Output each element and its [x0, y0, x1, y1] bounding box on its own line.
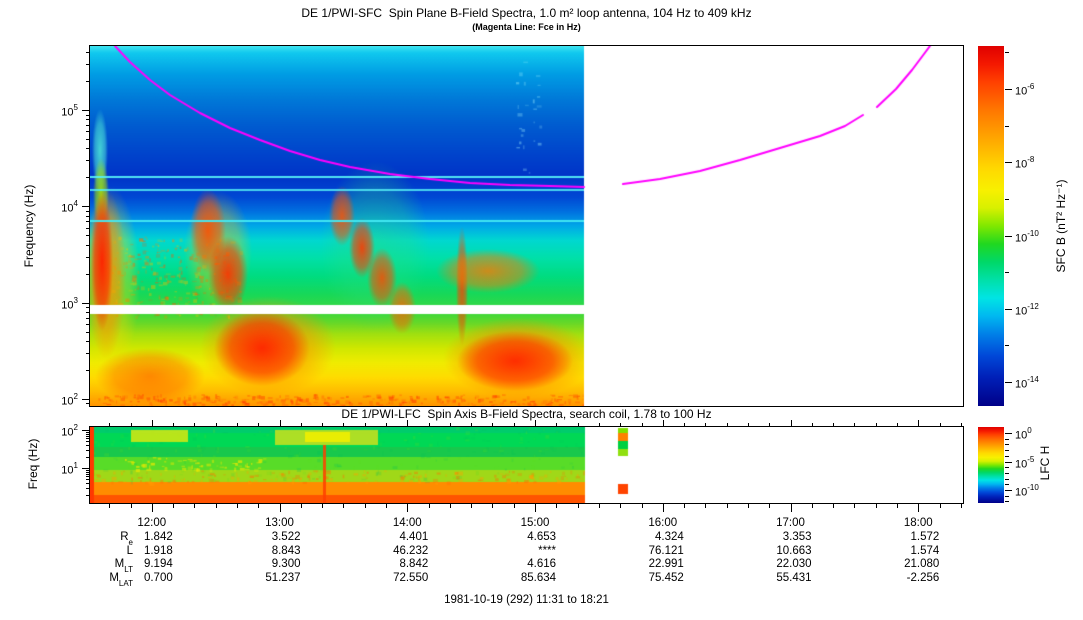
- ephemeris-value: 22.991: [604, 558, 684, 571]
- ephemeris-value: 46.232: [348, 545, 428, 558]
- ephemeris-value: 4.653: [476, 531, 556, 544]
- time-axis-label: 15:00: [505, 517, 565, 530]
- ephemeris-value: 0.700: [93, 572, 173, 585]
- ephemeris-value: 72.550: [348, 572, 428, 585]
- time-axis-label: 13:00: [250, 517, 310, 530]
- ephemeris-value: 10.663: [732, 545, 812, 558]
- ephemeris-value: 1.572: [859, 531, 939, 544]
- ephemeris-value: 75.452: [604, 572, 684, 585]
- ephemeris-value: 1.574: [859, 545, 939, 558]
- time-axis-label: 14:00: [377, 517, 437, 530]
- ephemeris-value: 85.634: [476, 572, 556, 585]
- ephemeris-value: 55.431: [732, 572, 812, 585]
- ephemeris-value: ****: [476, 545, 556, 558]
- figure-root: DE 1/PWI-SFC Spin Plane B-Field Spectra,…: [0, 0, 1083, 620]
- time-axis-label: 17:00: [761, 517, 821, 530]
- ephemeris-value: 21.080: [859, 558, 939, 571]
- ephemeris-value: 76.121: [604, 545, 684, 558]
- ephemeris-value: 1.918: [93, 545, 173, 558]
- ephemeris-value: 22.030: [732, 558, 812, 571]
- ephemeris-value: 9.194: [93, 558, 173, 571]
- ephemeris-value: 8.843: [221, 545, 301, 558]
- ephemeris-value: 9.300: [221, 558, 301, 571]
- ephemeris-table: 12:0013:0014:0015:0016:0017:0018:00Re1.8…: [0, 0, 1083, 620]
- ephemeris-value: 1.842: [93, 531, 173, 544]
- ephemeris-value: 3.353: [732, 531, 812, 544]
- time-axis-label: 12:00: [122, 517, 182, 530]
- time-axis-label: 18:00: [888, 517, 948, 530]
- ephemeris-value: 4.401: [348, 531, 428, 544]
- ephemeris-value: 8.842: [348, 558, 428, 571]
- ephemeris-value: 4.616: [476, 558, 556, 571]
- ephemeris-value: 4.324: [604, 531, 684, 544]
- ephemeris-value: 51.237: [221, 572, 301, 585]
- ephemeris-value: 3.522: [221, 531, 301, 544]
- figure-caption: 1981-10-19 (292) 11:31 to 18:21: [90, 594, 963, 606]
- ephemeris-value: -2.256: [859, 572, 939, 585]
- time-axis-label: 16:00: [633, 517, 693, 530]
